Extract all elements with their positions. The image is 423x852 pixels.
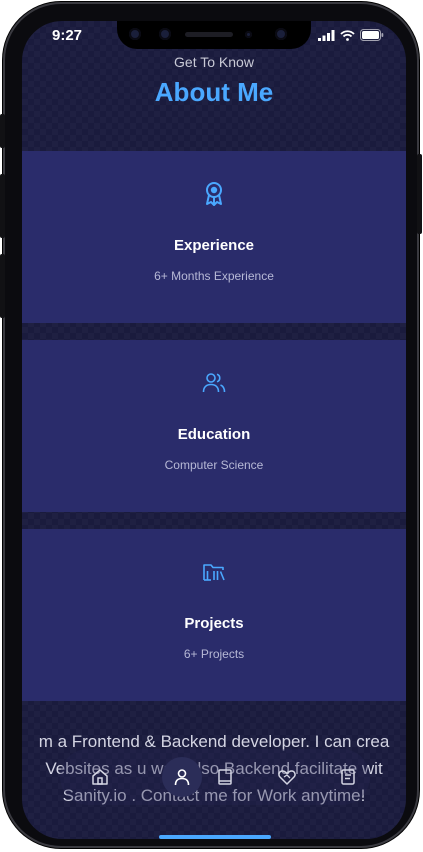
card-label: Experience [173, 237, 255, 254]
app-screen: Get To Know About Me Experience 6+ Month… [22, 21, 406, 839]
notch [117, 21, 311, 49]
heart-handshake-icon[interactable] [277, 767, 297, 787]
card-detail: Computer Science [164, 458, 264, 472]
projects-card[interactable]: Projects 6+ Projects [22, 529, 406, 701]
volume-up-button [0, 174, 5, 238]
camera-lens [129, 28, 141, 40]
card-detail: 6+ Projects [183, 647, 245, 661]
status-icons [318, 29, 384, 41]
experience-card[interactable]: Experience 6+ Months Experience [22, 151, 406, 323]
proximity-sensor [245, 31, 252, 38]
power-button [417, 154, 422, 234]
phone-frame: Get To Know About Me Experience 6+ Month… [0, 2, 422, 848]
users-icon [202, 373, 226, 393]
volume-down-button [0, 254, 5, 318]
book-icon[interactable] [215, 767, 235, 787]
signal-icon [318, 29, 335, 41]
user-icon[interactable] [172, 767, 192, 787]
education-card[interactable]: Education Computer Science [22, 340, 406, 512]
camera-lens [159, 28, 171, 40]
section-subtitle: Get To Know [174, 54, 254, 70]
status-time: 9:27 [52, 27, 83, 44]
speaker-grille [185, 32, 233, 37]
card-label: Projects [184, 615, 244, 632]
home-indicator [159, 835, 271, 839]
wifi-icon [340, 29, 355, 41]
bottom-nav [60, 749, 370, 805]
mute-switch [0, 114, 5, 148]
message-icon[interactable] [338, 767, 358, 787]
card-label: Education [177, 426, 251, 443]
folder-library-icon [203, 564, 225, 581]
home-icon[interactable] [90, 767, 110, 787]
page-title: About Me [154, 77, 274, 107]
award-icon [206, 182, 222, 206]
battery-icon [360, 29, 384, 41]
front-camera [275, 28, 287, 40]
card-detail: 6+ Months Experience [154, 269, 274, 283]
